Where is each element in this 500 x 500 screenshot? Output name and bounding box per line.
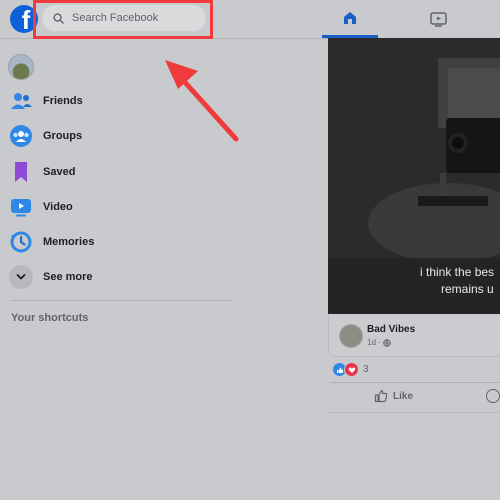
shortcuts-heading: Your shortcuts (11, 312, 89, 324)
video-caption-line1: i think the bes (420, 265, 495, 279)
memories-icon (10, 231, 32, 253)
post-author-name[interactable]: Bad Vibes (367, 324, 415, 335)
post-author-avatar[interactable] (339, 324, 363, 348)
sidebar-item-label: Memories (43, 236, 95, 248)
thumbs-up-icon (374, 389, 388, 403)
sidebar-item-label: Saved (43, 166, 76, 178)
reactions-summary[interactable]: 3 (332, 362, 369, 377)
nav-home-tab[interactable] (322, 0, 378, 38)
sidebar-item-label: Groups (43, 130, 83, 142)
sidebar-item-video[interactable]: Video (8, 192, 73, 222)
friends-icon (11, 93, 32, 109)
chevron-down-icon (16, 274, 26, 280)
reaction-count: 3 (363, 364, 369, 375)
sidebar-item-label: Friends (43, 95, 83, 107)
globe-icon (382, 338, 391, 347)
feed-divider (328, 412, 500, 413)
sidebar-item-groups[interactable]: Groups (8, 121, 82, 151)
video-caption-line2: remains u (441, 282, 494, 296)
sidebar-item-label: Video (43, 201, 73, 213)
sidebar-divider (10, 300, 233, 301)
like-label: Like (393, 390, 414, 402)
comment-icon[interactable] (486, 389, 500, 403)
nav-watch-tab[interactable] (410, 0, 466, 38)
sidebar-profile[interactable] (8, 52, 34, 82)
sidebar-item-saved[interactable]: Saved (8, 157, 75, 187)
sidebar-item-see-more[interactable]: See more (8, 262, 93, 292)
sidebar-item-friends[interactable]: Friends (8, 86, 83, 116)
video-icon (11, 199, 31, 217)
saved-icon (15, 162, 27, 182)
watch-icon (429, 11, 447, 27)
groups-icon (10, 125, 32, 147)
home-icon (344, 11, 356, 24)
love-reaction-icon (344, 362, 359, 377)
sidebar-item-memories[interactable]: Memories (8, 227, 94, 257)
post-time-text: 1d · (367, 338, 381, 347)
red-arrow-annotation (165, 60, 239, 142)
post-timestamp[interactable]: 1d · (367, 338, 391, 347)
post-video[interactable]: i think the bes remains u (328, 38, 500, 314)
post-actions-divider (330, 382, 500, 383)
sidebar-item-label: See more (43, 271, 93, 283)
logo-letter: f (21, 5, 31, 33)
like-button[interactable]: Like (374, 389, 413, 403)
search-highlight-box (33, 0, 213, 39)
avatar (8, 54, 34, 80)
